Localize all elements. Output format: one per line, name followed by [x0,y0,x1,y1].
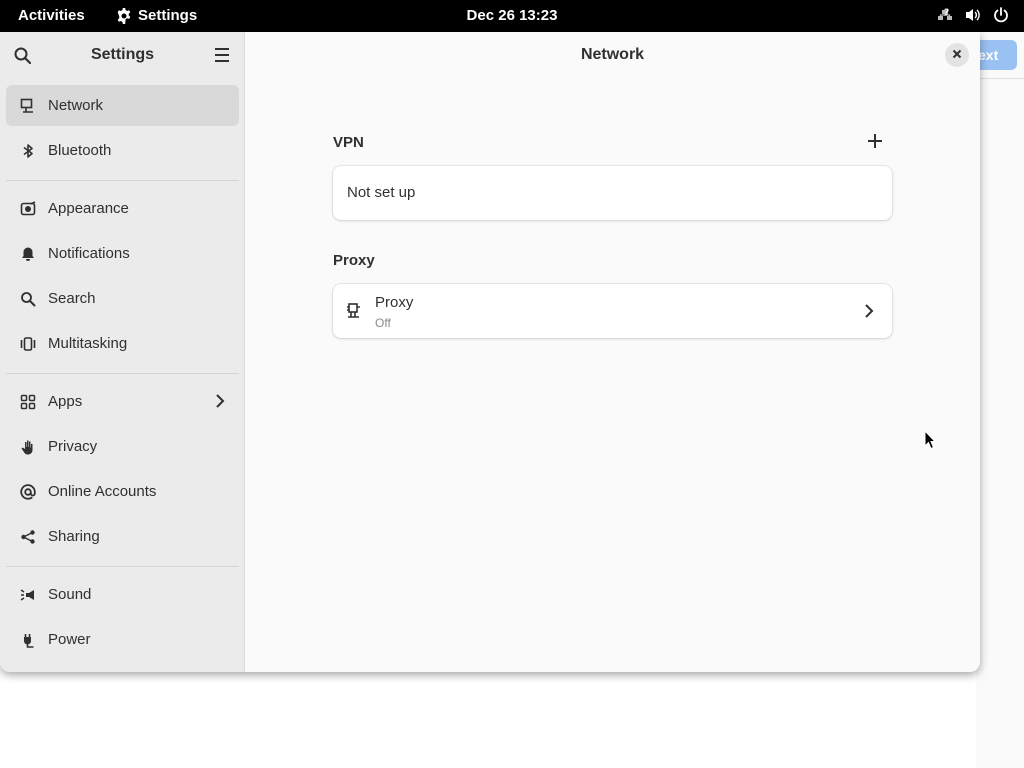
sidebar-item-multitasking[interactable]: Multitasking [6,323,239,364]
search-icon[interactable] [13,46,33,71]
plus-icon [867,133,883,154]
appearance-icon [19,200,37,218]
power-icon[interactable] [992,6,1010,24]
divider [976,78,1024,79]
proxy-heading: Proxy [333,252,375,269]
sidebar-divider [6,373,239,374]
page-title: Network [580,46,645,63]
share-icon [19,528,37,546]
multitasking-icon [19,335,37,353]
sidebar-item-sharing[interactable]: Sharing [6,516,239,557]
hand-icon [19,438,37,456]
close-icon [952,46,962,64]
add-vpn-button[interactable] [863,131,887,155]
hamburger-menu-icon[interactable] [213,47,231,68]
sidebar-item-search[interactable]: Search [6,278,239,319]
main-panel: Network VPN Not set up Proxy Proxy Off [245,32,980,672]
background-window: ext [976,32,1024,768]
close-button[interactable] [945,43,969,67]
gear-icon [116,7,132,24]
speaker-icon [19,586,37,604]
proxy-icon [346,302,362,325]
search-icon [19,290,37,308]
sidebar-divider [6,180,239,181]
sidebar-item-label: Sharing [48,528,100,545]
sidebar-item-privacy[interactable]: Privacy [6,426,239,467]
proxy-row[interactable]: Proxy Off [333,284,892,338]
svg-text:?: ? [944,8,949,18]
network-status-icon[interactable]: ? [936,6,954,24]
sidebar-item-label: Notifications [48,245,130,262]
at-icon [19,483,37,501]
sidebar: Settings Network Bluetooth Appearance No… [0,32,245,672]
sidebar-item-label: Sound [48,586,92,603]
top-bar: Activities Settings Dec 26 13:23 ? [0,0,1024,32]
sidebar-item-sound[interactable]: Sound [6,574,239,615]
sidebar-title: Settings [90,46,155,63]
chevron-right-icon [864,303,874,324]
proxy-value: Off [375,316,391,330]
plug-icon [19,631,37,649]
sidebar-item-label: Network [48,97,104,114]
mouse-cursor-icon [924,429,937,455]
vpn-heading: VPN [333,134,364,151]
sidebar-item-label: Multitasking [48,335,128,352]
sidebar-item-network[interactable]: Network [6,85,239,126]
sidebar-divider [6,566,239,567]
sidebar-item-apps[interactable]: Apps [6,381,239,422]
network-icon [19,97,37,115]
sidebar-item-label: Appearance [48,200,129,217]
sidebar-item-online-accounts[interactable]: Online Accounts [6,471,239,512]
sidebar-item-bluetooth[interactable]: Bluetooth [6,130,239,171]
activities-button[interactable]: Activities [18,7,85,24]
sidebar-item-label: Search [48,290,96,307]
clock[interactable]: Dec 26 13:23 [467,7,558,24]
settings-window: Settings Network Bluetooth Appearance No… [0,32,980,672]
sidebar-item-label: Apps [48,393,83,410]
chevron-right-icon [215,393,225,413]
sidebar-item-appearance[interactable]: Appearance [6,188,239,229]
sidebar-item-label: Power [48,631,91,648]
bluetooth-icon [19,142,37,160]
app-name: Settings [138,7,198,24]
sidebar-item-label: Online Accounts [48,483,157,500]
vpn-status: Not set up [347,184,416,201]
sidebar-item-notifications[interactable]: Notifications [6,233,239,274]
sidebar-item-label: Bluetooth [48,142,112,159]
volume-icon[interactable] [964,6,982,24]
vpn-card: Not set up [333,166,892,220]
sidebar-item-label: Privacy [48,438,98,455]
apps-icon [19,393,37,411]
sidebar-item-power[interactable]: Power [6,619,239,660]
bell-icon [19,245,37,263]
app-menu[interactable]: Settings [116,7,197,24]
system-tray[interactable]: ? [936,6,1010,24]
next-button[interactable]: ext [976,40,1017,70]
proxy-label: Proxy [375,294,414,311]
sidebar-header: Settings [0,32,245,78]
